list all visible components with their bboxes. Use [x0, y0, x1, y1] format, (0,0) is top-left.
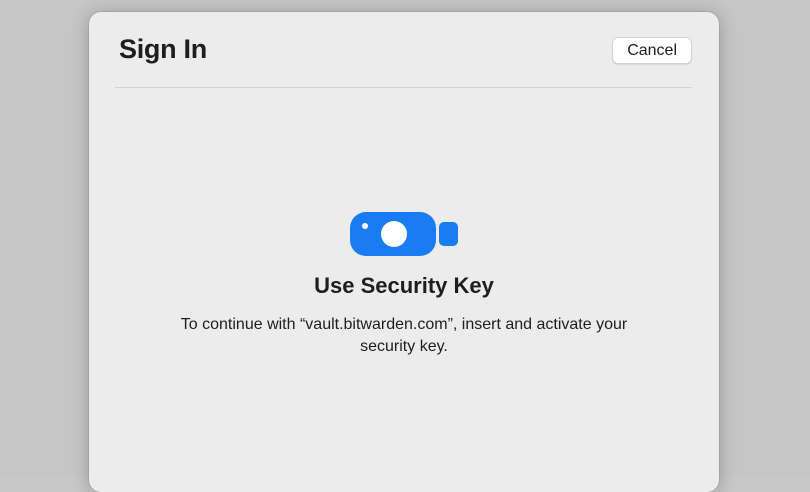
cancel-button[interactable]: Cancel	[612, 37, 692, 64]
sign-in-dialog: Sign In Cancel Use Security Key To conti…	[89, 12, 719, 492]
dialog-title: Sign In	[119, 34, 207, 64]
dialog-heading: Use Security Key	[314, 273, 494, 298]
dialog-message: To continue with “vault.bitwarden.com”, …	[180, 316, 628, 355]
header-divider	[115, 87, 692, 88]
security-key-icon	[350, 212, 458, 256]
